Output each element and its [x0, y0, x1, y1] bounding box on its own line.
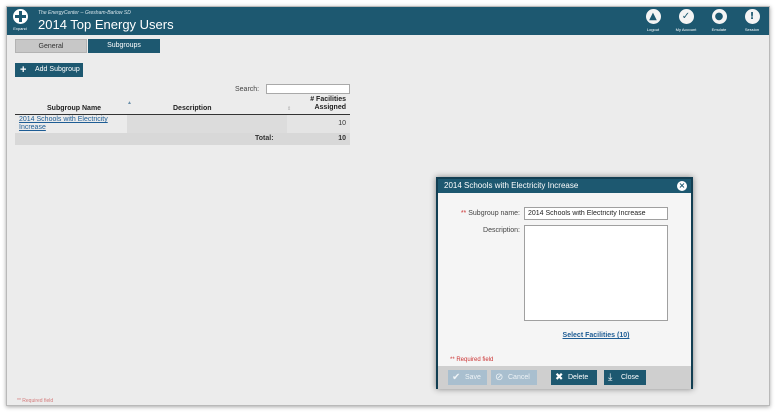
- cancel-label: Cancel: [508, 374, 530, 381]
- plus-icon: +: [20, 64, 27, 76]
- tab-subgroups[interactable]: Subgroups: [88, 39, 160, 53]
- delete-x-icon: ✖: [555, 372, 564, 383]
- sort-asc-icon[interactable]: ▲: [127, 100, 132, 106]
- dialog-header: 2014 Schools with Electricity Increase ×: [438, 179, 691, 193]
- my-account-button[interactable]: ✓ My Account: [671, 9, 701, 32]
- subgroup-name-input[interactable]: [524, 207, 668, 220]
- my-account-label: My Account: [675, 27, 697, 32]
- subgroup-name-label: ** Subgroup name:: [442, 210, 520, 217]
- subgroup-name-label-text: Subgroup name:: [468, 210, 520, 217]
- total-label: Total:: [255, 135, 274, 142]
- cancel-icon: ⊘: [495, 372, 504, 383]
- column-facilities-line1: # Facilities: [310, 96, 346, 103]
- emulate-button[interactable]: ● Emulate: [704, 9, 734, 32]
- check-icon: ✔: [452, 372, 461, 383]
- column-facilities-assigned[interactable]: # Facilities Assigned: [310, 96, 346, 112]
- subgroups-table: Subgroup Name ▲ Description ⇕ # Faciliti…: [15, 96, 350, 145]
- search-input[interactable]: [266, 84, 350, 94]
- description-textarea[interactable]: [524, 225, 668, 321]
- account-icon: ✓: [678, 9, 694, 24]
- emulate-label: Emulate: [711, 27, 727, 32]
- expand-icon: [12, 9, 28, 24]
- required-marker: **: [460, 210, 467, 217]
- add-subgroup-label: Add Subgroup: [35, 66, 80, 73]
- page-title: 2014 Top Energy Users: [38, 17, 174, 32]
- dialog-required-note: ** Required field: [450, 357, 494, 363]
- sort-icon[interactable]: ⇕: [287, 106, 291, 112]
- session-button[interactable]: ! Session: [737, 9, 767, 32]
- total-value: 10: [338, 135, 346, 142]
- close-label: Close: [621, 374, 639, 381]
- edit-subgroup-dialog: 2014 Schools with Electricity Increase ×…: [436, 177, 693, 389]
- expand-button[interactable]: Expand: [9, 8, 31, 34]
- cancel-button[interactable]: ⊘ Cancel: [491, 370, 537, 385]
- table-footer: Total: 10: [15, 133, 350, 145]
- app-window: Expand The EnergyCenter -- Gresham-Barlo…: [6, 6, 770, 406]
- download-icon: ⤓: [608, 372, 613, 383]
- top-bar: Expand The EnergyCenter -- Gresham-Barlo…: [7, 7, 769, 35]
- search-label: Search:: [235, 86, 260, 93]
- subgroup-description-cell: [127, 115, 287, 133]
- required-field-note: ** Required field: [17, 398, 54, 404]
- facilities-count-cell: 10: [287, 115, 350, 133]
- table-row: 2014 Schools with Electricity Increase 1…: [15, 115, 350, 133]
- add-subgroup-button[interactable]: + Add Subgroup: [15, 63, 83, 77]
- table-header: Subgroup Name ▲ Description ⇕ # Faciliti…: [15, 96, 350, 115]
- dialog-footer: ✔ Save ⊘ Cancel ✖ Delete ⤓ Close: [438, 366, 691, 389]
- session-label: Session: [744, 27, 760, 32]
- organization-name: The EnergyCenter -- Gresham-Barlow SD: [38, 10, 131, 16]
- save-button[interactable]: ✔ Save: [448, 370, 487, 385]
- users-icon: ●: [711, 9, 727, 24]
- column-description[interactable]: Description: [173, 105, 212, 112]
- alert-icon: !: [744, 9, 760, 24]
- logout-label: Logout: [646, 27, 660, 32]
- expand-label: Expand: [13, 26, 27, 31]
- delete-button[interactable]: ✖ Delete: [551, 370, 597, 385]
- close-button[interactable]: ⤓ Close: [604, 370, 646, 385]
- close-icon[interactable]: ×: [677, 181, 687, 191]
- save-label: Save: [465, 374, 481, 381]
- column-subgroup-name[interactable]: Subgroup Name: [47, 105, 101, 112]
- tab-general[interactable]: General: [15, 39, 87, 53]
- logout-button[interactable]: ▲ Logout: [638, 9, 668, 32]
- column-facilities-line2: Assigned: [314, 104, 346, 111]
- select-facilities-link[interactable]: Select Facilities (10): [524, 332, 668, 339]
- subgroup-name-link[interactable]: 2014 Schools with Electricity Increase: [15, 115, 127, 133]
- delete-label: Delete: [568, 374, 589, 381]
- lock-icon: ▲: [645, 9, 661, 24]
- description-label: Description:: [483, 227, 520, 234]
- dialog-title: 2014 Schools with Electricity Increase: [444, 181, 579, 190]
